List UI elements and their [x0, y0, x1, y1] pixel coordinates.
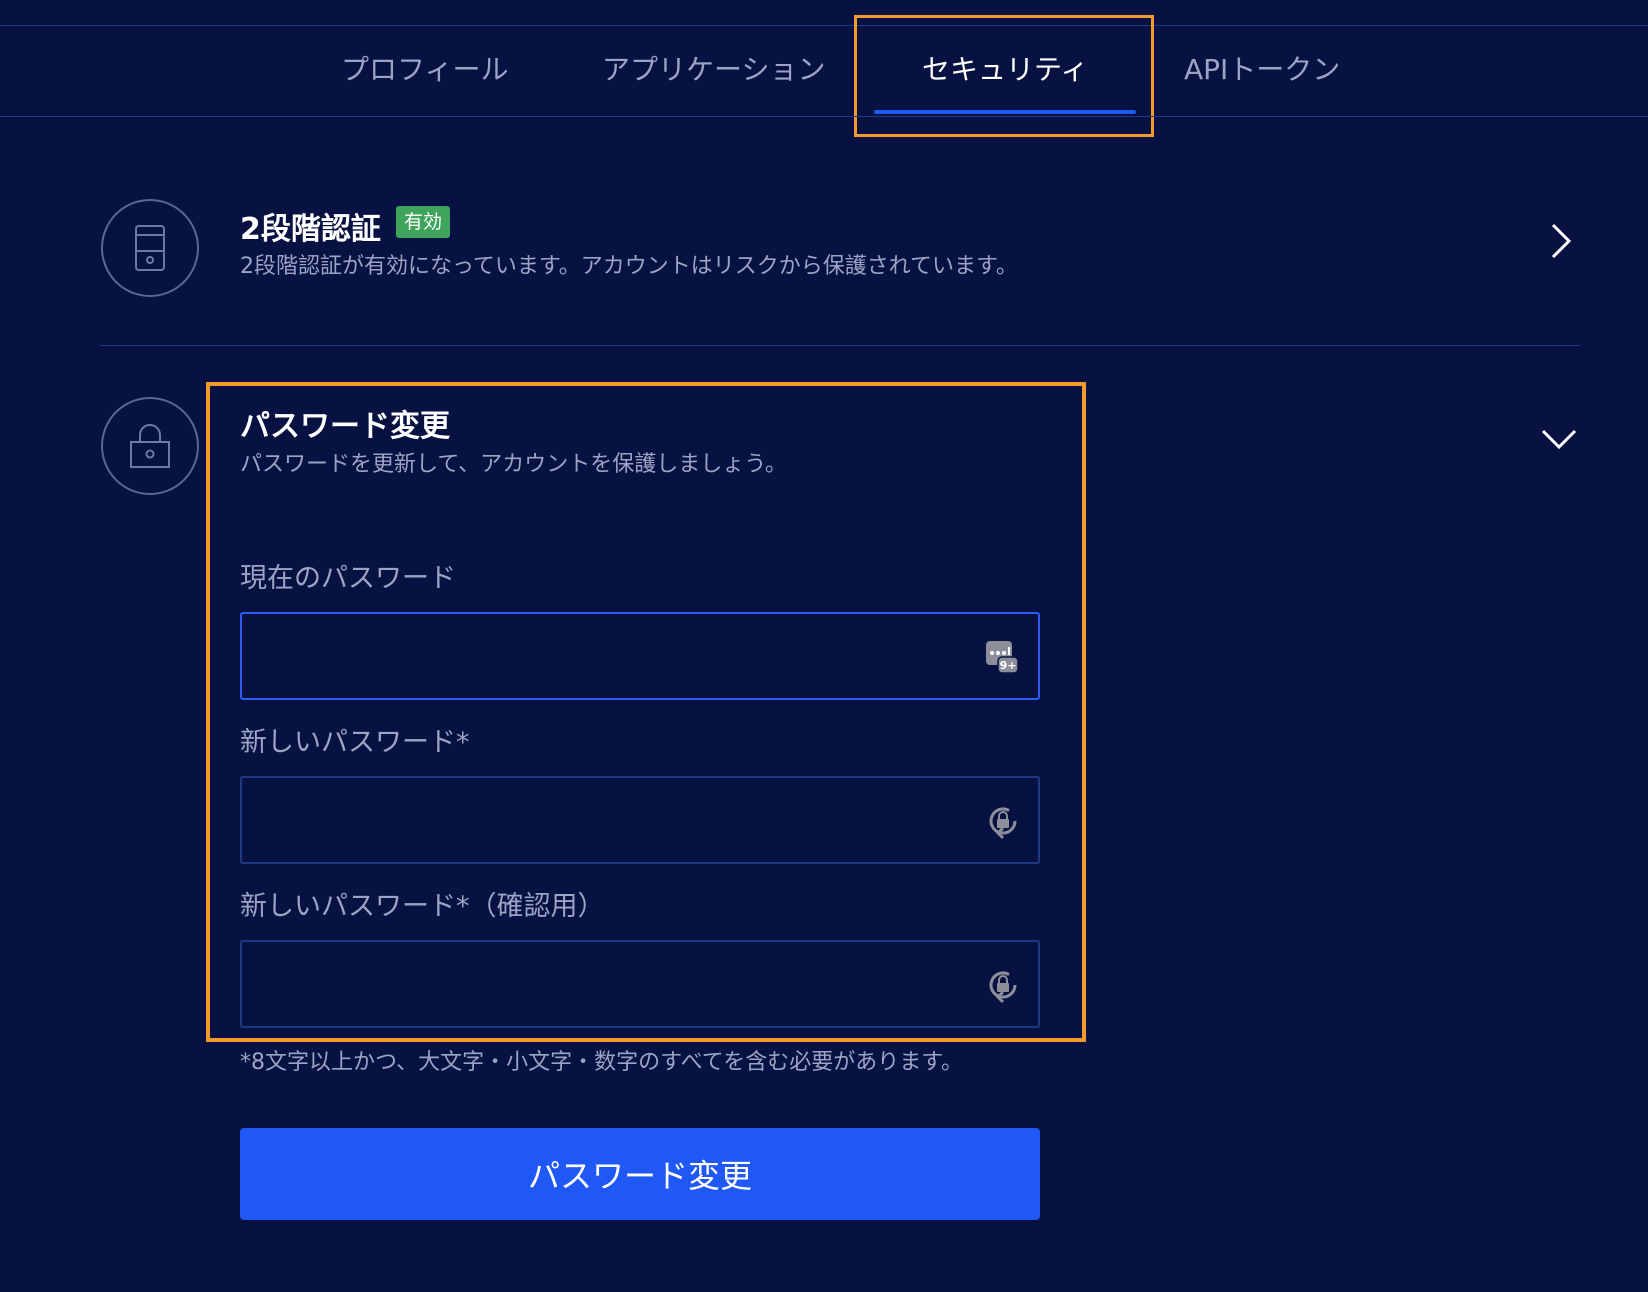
password-requirements-hint: *8文字以上かつ、大文字・小文字・数字のすべてを含む必要があります。 — [240, 1050, 964, 1075]
tab-highlight-box — [854, 15, 1154, 137]
new-password-input[interactable] — [242, 778, 1038, 862]
section-divider — [100, 345, 1580, 346]
password-change-title: パスワード変更 — [240, 409, 450, 444]
chevron-right-icon[interactable] — [1548, 222, 1574, 264]
tab-api-tokens[interactable]: APIトークン — [1184, 44, 1340, 96]
tab-profile[interactable]: プロフィール — [341, 44, 508, 96]
current-password-input[interactable] — [242, 614, 1038, 698]
password-icon-circle — [101, 397, 199, 495]
password-change-description: パスワードを更新して、アカウントを保護しましょう。 — [240, 452, 787, 477]
two-factor-status-badge: 有効 — [396, 206, 451, 238]
nav-divider — [0, 116, 1648, 117]
new-password-field-wrapper — [240, 776, 1040, 864]
new-password-label: 新しいパスワード* — [240, 727, 470, 758]
chevron-down-icon[interactable] — [1540, 426, 1578, 456]
current-password-label: 現在のパスワード — [240, 563, 456, 594]
two-factor-title: 2段階認証 — [240, 212, 381, 247]
two-factor-description: 2段階認証が有効になっています。アカウントはリスクから保護されています。 — [240, 254, 1018, 279]
two-factor-icon-circle — [101, 199, 199, 297]
password-manager-icon[interactable]: 9+ — [984, 638, 1022, 676]
tab-applications[interactable]: アプリケーション — [602, 44, 825, 96]
security-settings-page: プロフィール アプリケーション セキュリティ APIトークン 2段階認証 有効 … — [0, 0, 1648, 1292]
change-password-button[interactable]: パスワード変更 — [240, 1128, 1040, 1220]
current-password-field-wrapper: 9+ — [240, 612, 1040, 700]
top-divider — [0, 25, 1648, 26]
confirm-password-input[interactable] — [242, 942, 1038, 1026]
lock-refresh-icon[interactable] — [984, 966, 1022, 1004]
lock-refresh-icon[interactable] — [984, 802, 1022, 840]
confirm-password-field-wrapper — [240, 940, 1040, 1028]
svg-text:9+: 9+ — [1000, 659, 1017, 672]
lock-icon — [130, 424, 170, 468]
phone-icon — [135, 225, 165, 271]
confirm-password-label: 新しいパスワード*（確認用） — [240, 891, 605, 922]
